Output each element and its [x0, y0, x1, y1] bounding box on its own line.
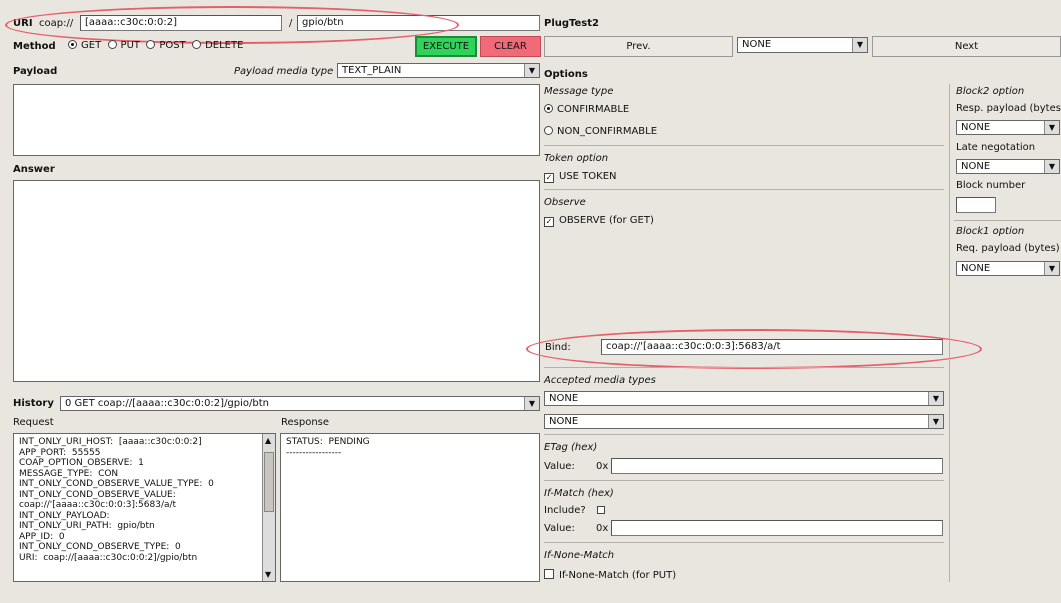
chevron-down-icon: ▼	[1044, 121, 1059, 134]
accepted-media-label: Accepted media types	[544, 375, 656, 386]
confirmable-radio[interactable]: CONFIRMABLE	[544, 104, 629, 115]
request-label: Request	[13, 417, 54, 428]
chevron-down-icon: ▼	[928, 392, 943, 405]
divider	[544, 145, 944, 146]
req-payload-select[interactable]: NONE ▼	[956, 261, 1060, 276]
block-panel-divider	[949, 84, 950, 582]
accepted-media-select-2[interactable]: NONE ▼	[544, 414, 944, 429]
req-payload-label: Req. payload (bytes)	[956, 243, 1060, 254]
radio-selected-icon	[544, 104, 553, 113]
observe-checkbox[interactable]: ✓ OBSERVE (for GET)	[544, 215, 654, 227]
execute-button[interactable]: EXECUTE	[415, 36, 477, 57]
method-get-radio[interactable]: GET	[68, 40, 101, 51]
late-negotiation-select[interactable]: NONE ▼	[956, 159, 1060, 174]
chevron-down-icon: ▼	[1044, 262, 1059, 275]
response-label: Response	[281, 417, 330, 428]
block1-title: Block1 option	[956, 226, 1025, 237]
radio-icon	[192, 40, 202, 49]
method-post-radio[interactable]: POST	[146, 40, 186, 51]
response-textarea[interactable]: STATUS: PENDING -----------------	[280, 433, 540, 582]
uri-scheme: coap://	[39, 18, 74, 29]
etag-input[interactable]	[611, 458, 943, 474]
method-delete-radio[interactable]: DELETE	[192, 40, 243, 51]
history-label: History	[13, 398, 54, 409]
resp-payload-label: Resp. payload (bytes)	[956, 103, 1061, 114]
uri-path-input[interactable]: gpio/btn	[297, 15, 540, 31]
clear-button[interactable]: CLEAR	[480, 36, 541, 57]
divider	[544, 542, 944, 543]
divider	[544, 189, 944, 190]
etag-label: ETag (hex)	[544, 442, 598, 453]
options-title: Options	[544, 69, 588, 80]
include-checkbox[interactable]	[597, 506, 605, 514]
late-negotiation-label: Late negotation	[956, 142, 1036, 153]
payload-media-label: Payload media type	[234, 66, 334, 77]
payload-media-select[interactable]: TEXT_PLAIN ▼	[337, 63, 540, 78]
response-text: STATUS: PENDING -----------------	[286, 437, 370, 458]
resp-payload-select[interactable]: NONE ▼	[956, 120, 1060, 135]
method-radio-group: GET PUT POST DELETE	[68, 40, 243, 51]
radio-icon	[544, 126, 553, 135]
divider	[954, 220, 1061, 221]
checkbox-icon	[544, 569, 554, 579]
radio-icon	[146, 40, 156, 49]
if-none-match-label: If-None-Match	[544, 550, 615, 561]
prev-button[interactable]: Prev.	[544, 36, 733, 57]
answer-textarea[interactable]	[13, 180, 540, 382]
use-token-checkbox[interactable]: ✓ USE TOKEN	[544, 171, 617, 183]
answer-label: Answer	[13, 164, 55, 175]
plugtest-select[interactable]: NONE ▼	[737, 37, 868, 53]
request-text: INT_ONLY_URI_HOST: [aaaa::c30c:0:0:2] AP…	[19, 437, 214, 563]
history-select[interactable]: 0 GET coap://[aaaa::c30c:0:0:2]/gpio/btn…	[60, 396, 540, 411]
request-scrollbar[interactable]: ▲ ▼	[262, 434, 275, 581]
token-option-label: Token option	[544, 153, 609, 164]
method-label: Method	[13, 41, 56, 52]
block-number-label: Block number	[956, 180, 1026, 191]
if-match-value-label: Value:	[544, 523, 575, 534]
check-icon: ✓	[544, 173, 554, 183]
etag-hex-prefix: 0x	[596, 461, 609, 472]
radio-icon	[107, 40, 117, 49]
etag-value-label: Value:	[544, 461, 575, 472]
payload-textarea[interactable]	[13, 84, 540, 156]
non-confirmable-radio[interactable]: NON_CONFIRMABLE	[544, 126, 657, 137]
radio-selected-icon	[68, 40, 77, 49]
payload-label: Payload	[13, 66, 58, 77]
message-type-label: Message type	[544, 86, 614, 97]
bind-input[interactable]: coap://'[aaaa::c30c:0:0:3]:5683/a/t	[601, 339, 943, 355]
chevron-down-icon: ▼	[524, 64, 539, 77]
divider	[544, 434, 944, 435]
if-match-input[interactable]	[611, 520, 943, 536]
divider	[544, 480, 944, 481]
chevron-down-icon: ▼	[852, 38, 867, 52]
chevron-down-icon: ▼	[1044, 160, 1059, 173]
scroll-up-icon[interactable]: ▲	[265, 436, 271, 445]
block-number-input[interactable]	[956, 197, 996, 213]
accepted-media-select-1[interactable]: NONE ▼	[544, 391, 944, 406]
uri-label: URI	[13, 18, 33, 29]
divider	[544, 367, 944, 368]
uri-host-input[interactable]: [aaaa::c30c:0:0:2]	[80, 15, 282, 31]
include-label: Include?	[544, 505, 586, 516]
method-put-radio[interactable]: PUT	[107, 40, 140, 51]
if-match-label: If-Match (hex)	[544, 488, 614, 499]
if-match-hex-prefix: 0x	[596, 523, 609, 534]
scrollbar-thumb[interactable]	[264, 452, 274, 512]
check-icon: ✓	[544, 217, 554, 227]
observe-label: Observe	[544, 197, 586, 208]
block2-title: Block2 option	[956, 86, 1025, 97]
chevron-down-icon: ▼	[524, 397, 539, 410]
plugtest-title: PlugTest2	[544, 18, 599, 29]
request-textarea[interactable]: INT_ONLY_URI_HOST: [aaaa::c30c:0:0:2] AP…	[13, 433, 276, 582]
chevron-down-icon: ▼	[928, 415, 943, 428]
uri-slash: /	[289, 18, 293, 29]
next-button[interactable]: Next	[872, 36, 1061, 57]
bind-label: Bind:	[545, 342, 571, 353]
if-none-match-checkbox[interactable]: If-None-Match (for PUT)	[544, 569, 676, 581]
scroll-down-icon[interactable]: ▼	[265, 570, 271, 579]
